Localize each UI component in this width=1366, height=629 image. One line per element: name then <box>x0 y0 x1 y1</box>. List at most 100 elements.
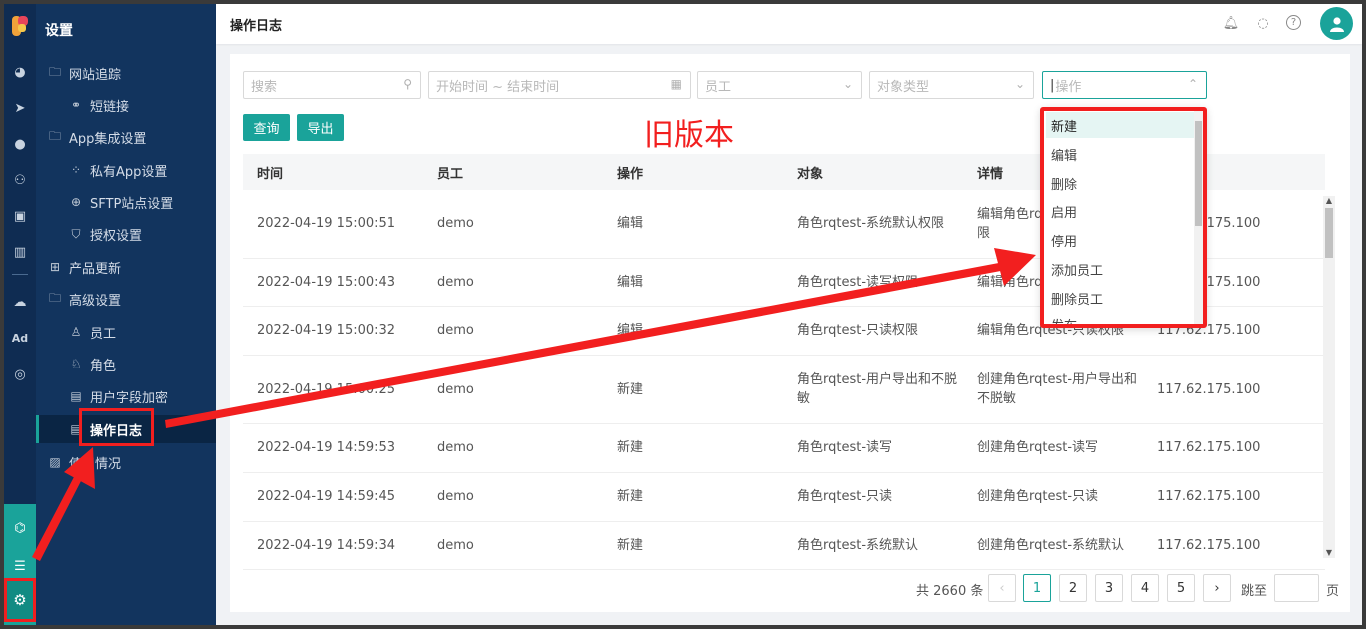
chevron-down-icon: ⌄ <box>1014 77 1025 91</box>
page-button-1[interactable]: 1 <box>1023 574 1051 602</box>
chevron-down-icon: ⌄ <box>842 77 853 91</box>
shield-icon: ⛉ <box>71 226 81 241</box>
export-button[interactable]: 导出 <box>297 114 344 141</box>
menu-item-product-updates[interactable]: ⊞ 产品更新 <box>36 253 216 281</box>
column-header-action: 操作 <box>603 154 783 190</box>
column-header-time: 时间 <box>243 154 423 190</box>
cell-object: 角色rqtest-读写 <box>783 423 963 473</box>
menu-item-private-app[interactable]: ⁘ 私有App设置 <box>36 156 216 184</box>
menu-item-employees[interactable]: ♙ 员工 <box>36 318 216 346</box>
dropdown-scrollbar-thumb[interactable] <box>1195 121 1202 226</box>
page-button-4[interactable]: 4 <box>1131 574 1159 602</box>
prev-page-button[interactable]: ‹ <box>988 574 1016 602</box>
dropdown-option-create[interactable]: 新建 <box>1046 112 1194 138</box>
avatar[interactable] <box>1320 7 1353 40</box>
scrollbar-thumb[interactable] <box>1325 208 1333 258</box>
cell-object: 角色rqtest-系统默认 <box>783 521 963 570</box>
cell-action: 编辑 <box>603 258 783 307</box>
storage-icon[interactable]: ☰ <box>10 556 30 576</box>
menu-item-advanced[interactable]: 🗀 高级设置 <box>36 285 216 313</box>
annotation-highlight-menu <box>79 408 154 446</box>
dropdown-option-remove-employee[interactable]: 删除员工 <box>1046 285 1194 311</box>
cell-time: 2022-04-19 14:59:34 <box>243 521 423 570</box>
scroll-down-icon[interactable]: ▼ <box>1323 548 1335 558</box>
active-indicator <box>36 415 39 443</box>
object-type-select[interactable]: 对象类型 ⌄ <box>869 71 1034 99</box>
folder-icon: 🗀 <box>48 128 61 143</box>
target-icon[interactable]: ◎ <box>10 364 30 384</box>
menu-item-usage[interactable]: ▨ 使用情况 <box>36 448 216 476</box>
page-title: 操作日志 <box>230 19 283 34</box>
dropdown-option-delete[interactable]: 删除 <box>1046 170 1194 196</box>
menu-item-short-link[interactable]: ⚭ 短链接 <box>36 91 216 119</box>
table-scrollbar[interactable]: ▲ ▼ <box>1323 196 1335 558</box>
cell-object: 角色rqtest-只读权限 <box>783 306 963 356</box>
dropdown-option-enable[interactable]: 启用 <box>1046 198 1194 224</box>
pagination-total: 共 2660 条 <box>916 584 984 599</box>
menu-item-roles[interactable]: ♘ 角色 <box>36 350 216 378</box>
dropdown-option-disable[interactable]: 停用 <box>1046 227 1194 253</box>
text-cursor: | <box>1050 77 1055 93</box>
search-input[interactable]: 搜索 ⚲ <box>243 71 421 99</box>
jump-page-input[interactable] <box>1274 574 1319 602</box>
user-icon[interactable]: ● <box>10 134 30 154</box>
top-header: 操作日志 🔔︎ ◌ ? <box>216 4 1362 44</box>
employee-select[interactable]: 员工 ⌄ <box>697 71 862 99</box>
page-button-5[interactable]: 5 <box>1167 574 1195 602</box>
cell-employee: demo <box>423 423 603 473</box>
dashboard-icon[interactable]: ◕ <box>10 62 30 82</box>
ad-icon[interactable]: Ad <box>10 328 30 348</box>
page-unit-label: 页 <box>1326 584 1340 599</box>
cell-time: 2022-04-19 14:59:53 <box>243 423 423 473</box>
rail-divider <box>12 274 28 275</box>
dropdown-option-add-employee[interactable]: 添加员工 <box>1046 256 1194 282</box>
cell-object: 角色rqtest-用户导出和不脱敏 <box>783 355 963 424</box>
network-icon[interactable]: ⌬ <box>10 518 30 538</box>
chevron-left-icon: ‹ <box>999 580 1005 596</box>
dropdown-option-publish[interactable]: 发布 <box>1046 311 1194 325</box>
cell-detail: 创建角色rqtest-只读 <box>963 472 1143 522</box>
cell-detail: 创建角色rqtest-用户导出和不脱敏 <box>963 355 1143 424</box>
table-row[interactable]: 2022-04-19 14:59:34 demo 新建 角色rqtest-系统默… <box>243 521 1325 570</box>
bell-icon[interactable]: 🔔︎ <box>1222 14 1240 32</box>
scroll-up-icon[interactable]: ▲ <box>1323 196 1335 206</box>
next-page-button[interactable]: › <box>1203 574 1231 602</box>
role-icon: ♘ <box>70 357 82 371</box>
table-row[interactable]: 2022-04-19 14:59:53 demo 新建 角色rqtest-读写 … <box>243 423 1325 473</box>
menu-item-website-tracking[interactable]: 🗀 网站追踪 <box>36 59 216 87</box>
annotation-old-version-label: 旧版本 <box>644 118 734 153</box>
table-row[interactable]: 2022-04-19 14:59:45 demo 新建 角色rqtest-只读 … <box>243 472 1325 522</box>
dropdown-option-edit[interactable]: 编辑 <box>1046 141 1194 167</box>
globe-icon: ⊕ <box>70 195 82 209</box>
app-grid-icon: ⁘ <box>70 163 82 177</box>
cell-action: 编辑 <box>603 190 783 259</box>
menu-item-authorization[interactable]: ⛉ 授权设置 <box>36 220 216 248</box>
users-icon[interactable]: ⚇ <box>10 170 30 190</box>
chat-icon[interactable]: ◌ <box>1254 14 1272 32</box>
cell-time: 2022-04-19 14:59:45 <box>243 472 423 522</box>
action-dropdown: 新建 编辑 删除 启用 停用 添加员工 删除员工 发布 <box>1040 107 1207 328</box>
settings-rail-button[interactable]: ⚙ <box>4 578 36 622</box>
cell-employee: demo <box>423 306 603 356</box>
query-button[interactable]: 查询 <box>243 114 290 141</box>
cell-time: 2022-04-19 15:00:25 <box>243 355 423 424</box>
cell-object: 角色rqtest-读写权限 <box>783 258 963 307</box>
page-button-2[interactable]: 2 <box>1059 574 1087 602</box>
send-icon[interactable]: ➤ <box>10 98 30 118</box>
action-select[interactable]: | 操作 ⌃ <box>1042 71 1207 99</box>
chart-icon[interactable]: ▥ <box>10 242 30 262</box>
date-range-picker[interactable]: 开始时间 ~ 结束时间 ▦ <box>428 71 691 99</box>
cell-object: 角色rqtest-系统默认权限 <box>783 190 963 259</box>
folder-icon: 🗀 <box>48 290 61 305</box>
column-header-object: 对象 <box>783 154 963 190</box>
dropdown-scrollbar[interactable] <box>1194 111 1203 324</box>
contacts-icon[interactable]: ▣ <box>10 206 30 226</box>
menu-item-app-integration[interactable]: 🗀 App集成设置 <box>36 123 216 151</box>
wechat-icon[interactable]: ☁ <box>10 292 30 312</box>
page-button-3[interactable]: 3 <box>1095 574 1123 602</box>
menu-item-field-encryption[interactable]: ▤ 用户字段加密 <box>36 382 216 410</box>
menu-item-sftp[interactable]: ⊕ SFTP站点设置 <box>36 188 216 216</box>
table-row[interactable]: 2022-04-19 15:00:25 demo 新建 角色rqtest-用户导… <box>243 355 1325 424</box>
help-icon[interactable]: ? <box>1286 15 1301 30</box>
search-icon: ⚲ <box>403 77 412 91</box>
